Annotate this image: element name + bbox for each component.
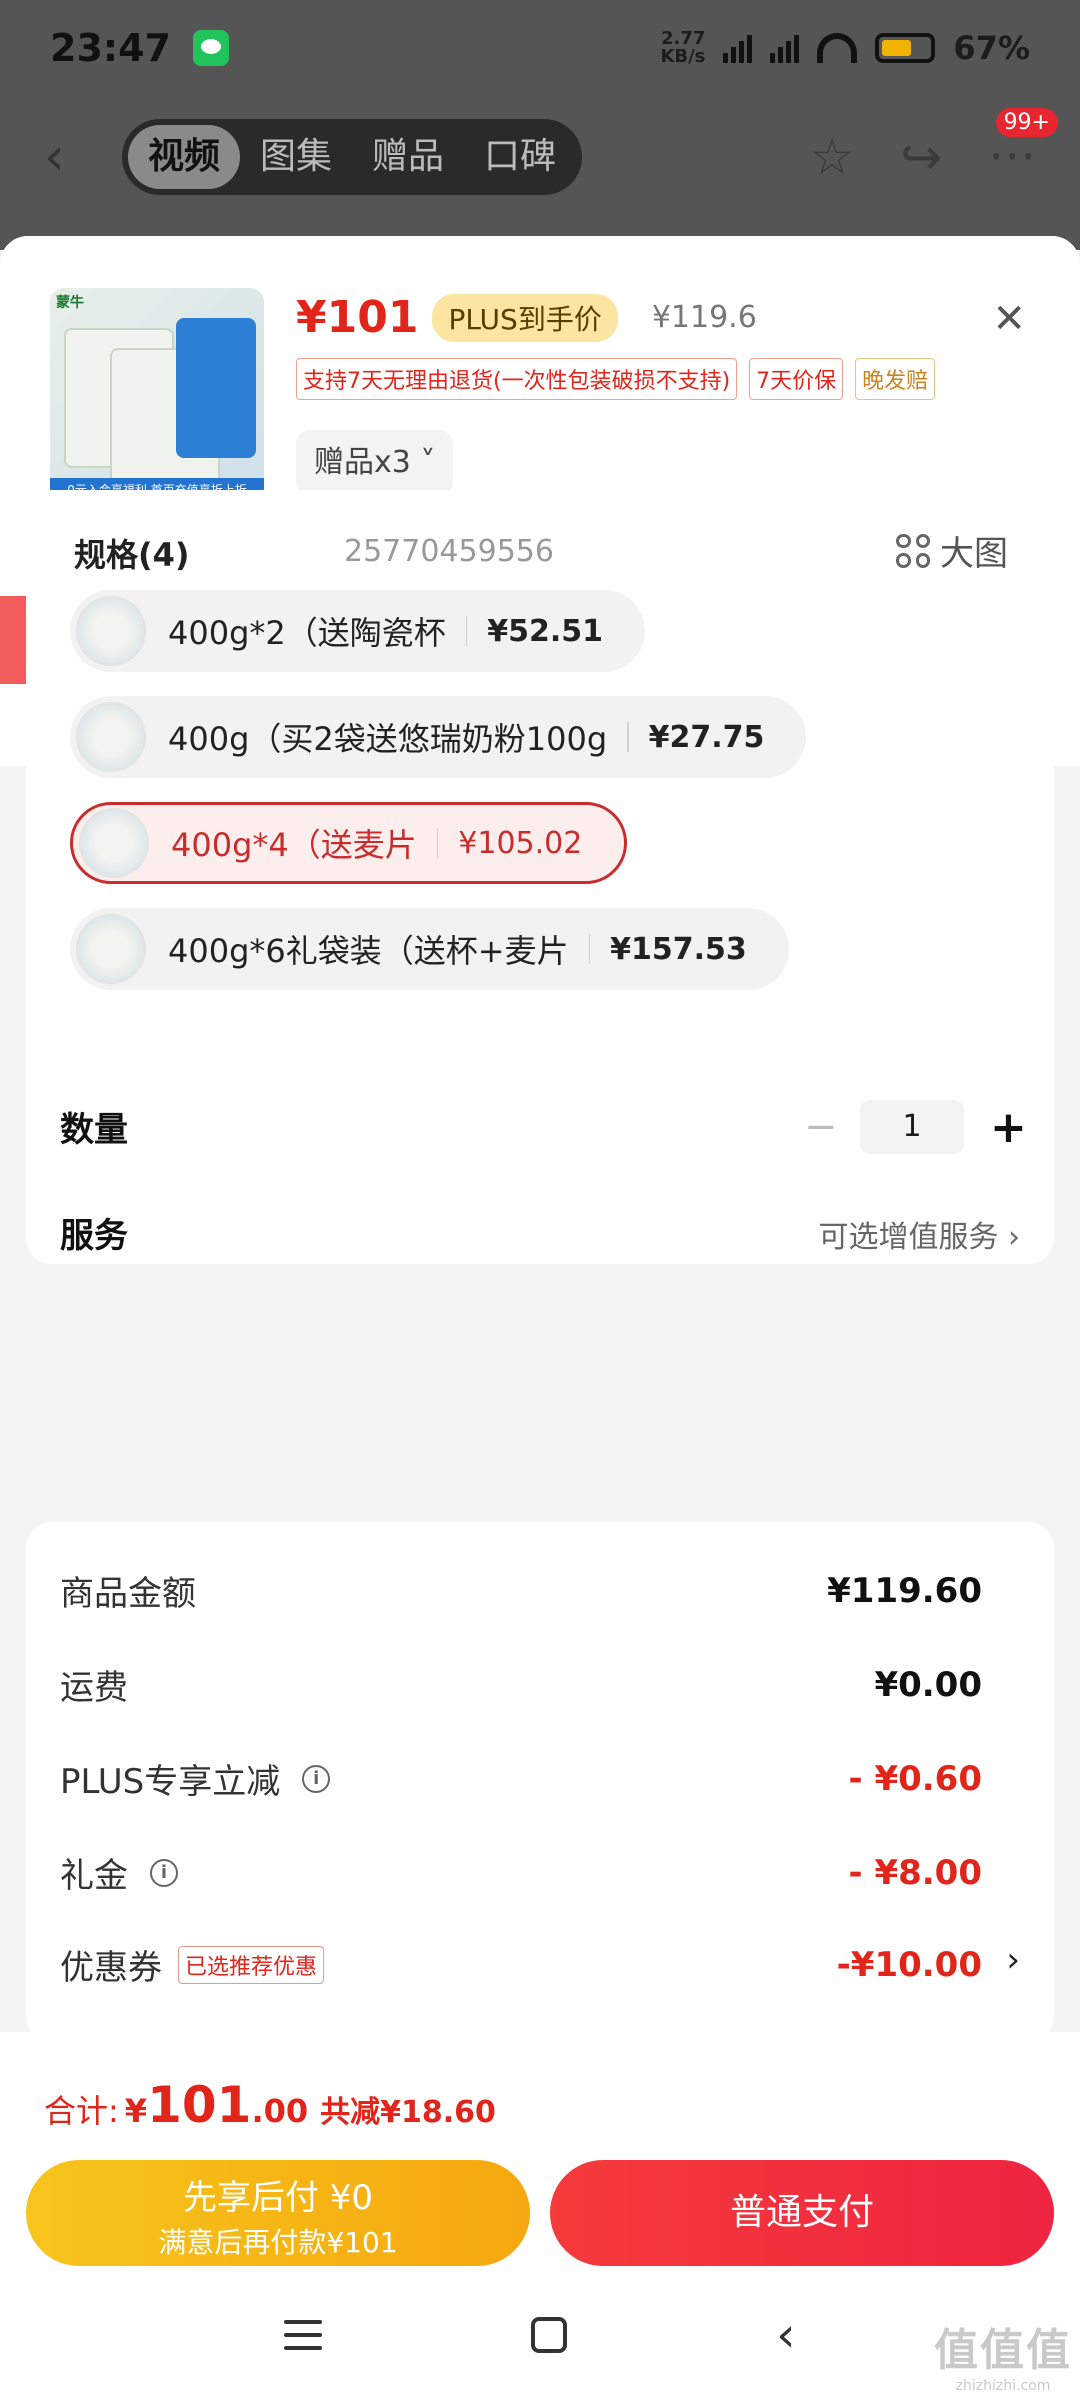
menu-icon[interactable]: [284, 2320, 323, 2350]
close-icon[interactable]: ✕: [992, 296, 1026, 342]
grid-icon: [896, 533, 930, 568]
spec-option-price: ¥157.53: [610, 931, 747, 967]
quantity-plus-button[interactable]: +: [990, 1102, 1027, 1153]
return-policy-tag: 支持7天无理由退货(一次性包装破损不支持): [296, 358, 738, 400]
spec-option-label: 400g*4（送麦片: [171, 826, 417, 864]
info-icon[interactable]: i: [150, 1858, 178, 1887]
watermark: 值值值 zhizhizhi.com: [934, 2325, 1072, 2394]
product-thumbnail[interactable]: 蒙牛 0元入会享福利 首页充值享折上折: [50, 288, 264, 502]
big-image-label: 大图: [940, 534, 1008, 574]
network-speed: 2.77 KB/s: [660, 28, 706, 67]
spec-option-label: 400g*6礼袋装（送杯+麦片: [168, 932, 569, 970]
signal-icon-2: [770, 33, 800, 63]
big-image-toggle[interactable]: 大图: [896, 526, 1008, 575]
spec-option[interactable]: 400g（买2袋送悠瑞奶粉100g ¥27.75: [70, 696, 807, 778]
spec-option-image: [76, 702, 146, 772]
status-bar: 23:47 2.77 KB/s 67%: [0, 0, 1080, 96]
service-selector[interactable]: 可选增值服务 ›: [818, 1212, 1020, 1256]
star-icon[interactable]: ☆: [810, 128, 855, 186]
message-badge: 99+: [995, 108, 1058, 137]
spec-option-image: [76, 914, 146, 984]
system-nav-bar: ‹: [0, 2280, 1080, 2390]
tab-gallery[interactable]: 图集: [240, 125, 352, 189]
gift-button[interactable]: 赠品x3 ˅: [296, 430, 454, 496]
plus-price-tag: PLUS到手价: [432, 293, 618, 342]
spec-option-selected[interactable]: 400g*4（送麦片 ¥105.02: [70, 802, 628, 884]
tab-gifts[interactable]: 赠品: [352, 125, 464, 189]
price-summary: 商品金额 ¥119.60 运费 ¥0.00 PLUS专享立减 i - ¥0.60 …: [26, 1522, 1054, 2042]
summary-row-plus-discount: PLUS专享立减 i - ¥0.60: [60, 1758, 982, 1803]
spec-option[interactable]: 400g*2（送陶瓷杯 ¥52.51: [70, 590, 646, 672]
quantity-label: 数量: [60, 1110, 128, 1150]
spec-option-label: 400g*2（送陶瓷杯: [168, 614, 446, 652]
spec-option-price: ¥52.51: [487, 613, 604, 649]
summary-row-gift-money: 礼金 i - ¥8.00: [60, 1852, 982, 1897]
summary-row-coupon[interactable]: 优惠券 已选推荐优惠 -¥10.00: [60, 1940, 982, 1989]
spec-option-image: [76, 596, 146, 666]
service-tags: 支持7天无理由退货(一次性包装破损不支持) 7天价保 晚发赔: [296, 358, 936, 400]
battery-icon: [875, 33, 936, 63]
thumbnail-brand: 蒙牛: [56, 295, 84, 311]
normal-pay-button[interactable]: 普通支付: [550, 2160, 1054, 2266]
spec-option[interactable]: 400g*6礼袋装（送杯+麦片 ¥157.53: [70, 908, 789, 990]
spec-option-price: ¥105.02: [458, 825, 583, 861]
original-price: ¥119.6: [651, 300, 757, 335]
spec-option-price: ¥27.75: [648, 719, 765, 755]
price-protect-tag: 7天价保: [749, 358, 844, 400]
quantity-minus-button[interactable]: −: [804, 1104, 838, 1150]
status-time: 23:47: [50, 26, 171, 70]
service-label: 服务: [60, 1216, 128, 1256]
info-icon[interactable]: i: [302, 1764, 331, 1793]
spec-option-label: 400g（买2袋送悠瑞奶粉100g: [168, 720, 608, 758]
tab-reviews[interactable]: 口碑: [464, 125, 576, 189]
share-icon[interactable]: ↪: [900, 128, 942, 186]
quantity-value[interactable]: 1: [860, 1100, 964, 1154]
top-nav: ‹ 视频 图集 赠品 口碑 ☆ ↪ ··· 99+: [0, 108, 1080, 202]
tab-video[interactable]: 视频: [128, 125, 241, 189]
total-price: 合计: ¥ 101 .00 共减¥18.60: [44, 2076, 496, 2134]
total-discount: 共减¥18.60: [320, 2095, 496, 2130]
battery-percent: 67%: [953, 29, 1030, 67]
product-price: ¥101: [296, 292, 419, 343]
summary-row-goods: 商品金额 ¥119.60: [60, 1570, 982, 1615]
wechat-icon: [192, 30, 229, 66]
system-back-icon[interactable]: ‹: [776, 2307, 795, 2363]
signal-icon: [723, 33, 753, 63]
chevron-right-icon[interactable]: ›: [1006, 1940, 1020, 1980]
tab-bar: 视频 图集 赠品 口碑: [122, 119, 583, 195]
spec-title: 规格(4): [74, 536, 190, 574]
back-icon[interactable]: ‹: [44, 127, 104, 187]
price-row: ¥101 PLUS到手价 ¥119.6: [296, 292, 757, 343]
late-delivery-tag: 晚发赔: [855, 358, 936, 400]
spec-option-image: [79, 808, 149, 878]
quantity-stepper: − 1 +: [804, 1100, 1027, 1154]
wifi-icon: [817, 33, 858, 63]
home-icon[interactable]: [531, 2317, 568, 2353]
summary-row-shipping: 运费 ¥0.00: [60, 1664, 982, 1709]
coupon-tag: 已选推荐优惠: [178, 1945, 325, 1984]
spec-card: 规格(4) 25770459556 大图 400g*2（送陶瓷杯 ¥52.51 …: [26, 490, 1054, 1264]
pay-later-button[interactable]: 先享后付 ¥0 满意后再付款¥101: [26, 2160, 530, 2266]
spec-code: 25770459556: [344, 534, 554, 569]
